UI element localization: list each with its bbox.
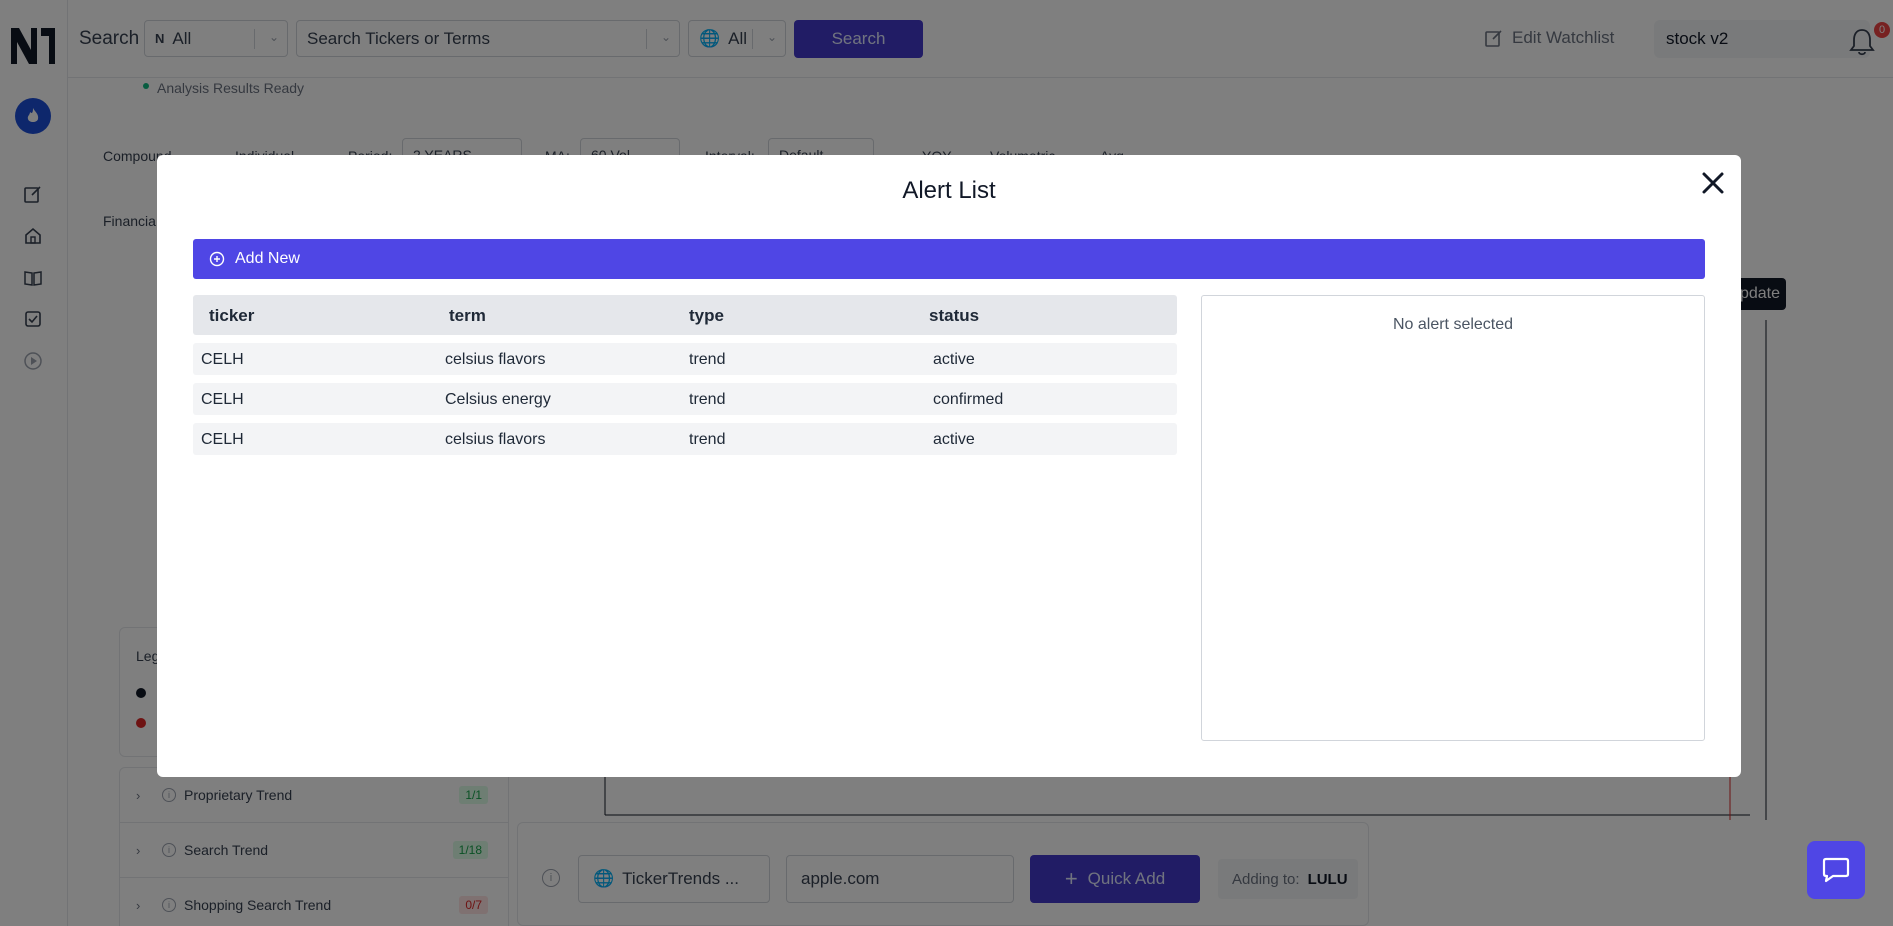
cell-status: active xyxy=(933,351,975,368)
column-header-term[interactable]: term xyxy=(449,306,486,326)
cell-ticker: CELH xyxy=(201,391,244,408)
column-header-status[interactable]: status xyxy=(929,306,979,326)
table-header: ticker term type status xyxy=(193,295,1177,335)
cell-status: active xyxy=(933,431,975,448)
cell-term: celsius flavors xyxy=(445,431,546,448)
cell-term: celsius flavors xyxy=(445,351,546,368)
chat-button[interactable] xyxy=(1807,841,1865,899)
cell-status: confirmed xyxy=(933,391,1004,408)
close-icon[interactable] xyxy=(1697,167,1729,199)
cell-type: trend xyxy=(689,391,726,408)
column-header-type[interactable]: type xyxy=(689,306,724,326)
table-row[interactable]: CELH celsius flavors trend active xyxy=(193,343,1177,375)
cell-ticker: CELH xyxy=(201,351,244,368)
modal-title: Alert List xyxy=(902,177,996,204)
column-header-ticker[interactable]: ticker xyxy=(209,306,254,326)
alert-table: ticker term type status CELH celsius fla… xyxy=(193,295,1177,455)
cell-ticker: CELH xyxy=(201,431,244,448)
plus-circle-icon xyxy=(209,251,225,267)
cell-type: trend xyxy=(689,431,726,448)
alert-list-modal: Alert List Add New ticker term type stat… xyxy=(157,155,1741,777)
add-new-label: Add New xyxy=(235,250,300,267)
add-new-button[interactable]: Add New xyxy=(193,239,1705,279)
chat-bubble-icon xyxy=(1822,857,1850,883)
cell-type: trend xyxy=(689,351,726,368)
cell-term: Celsius energy xyxy=(445,391,551,408)
table-row[interactable]: CELH celsius flavors trend active xyxy=(193,423,1177,455)
empty-state-text: No alert selected xyxy=(1392,316,1514,333)
alert-detail-panel: No alert selected xyxy=(1201,295,1705,741)
table-row[interactable]: CELH Celsius energy trend confirmed xyxy=(193,383,1177,415)
